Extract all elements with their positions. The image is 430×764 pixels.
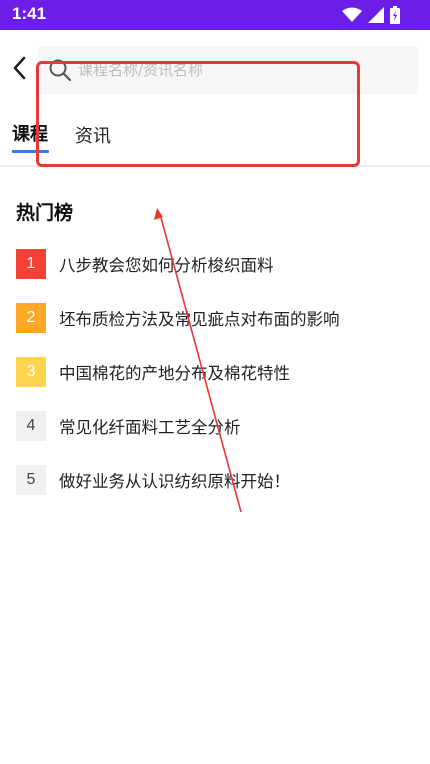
list-item[interactable]: 2 坯布质检方法及常见疵点对布面的影响 [16,303,416,357]
rank-badge: 5 [16,465,46,495]
list-item[interactable]: 4 常见化纤面料工艺全分析 [16,411,416,465]
battery-icon [390,6,400,24]
tabs-divider [0,165,430,167]
list-item-title: 做好业务从认识纺织原料开始！ [59,472,290,491]
rank-badge: 1 [16,249,46,279]
chevron-left-icon [13,56,26,80]
rank-badge: 3 [16,357,46,387]
rank-badge: 4 [16,411,46,441]
list-item-title: 坯布质检方法及常见疵点对布面的影响 [59,310,340,329]
back-button[interactable] [6,52,32,84]
list-item-title: 八步教会您如何分析梭织面料 [59,256,274,275]
status-time: 1:41 [12,4,47,23]
signal-icon [368,7,384,23]
active-tab-indicator [12,150,49,153]
tab-bar: 课程 资讯 [0,108,430,166]
list-item-title: 中国棉花的产地分布及棉花特性 [59,364,290,383]
tab-news[interactable]: 资讯 [75,122,111,148]
search-box[interactable] [38,46,418,94]
search-input[interactable] [76,54,410,86]
hot-list-title: 热门榜 [16,202,74,224]
search-icon [49,59,72,82]
status-icons [342,6,400,24]
list-item[interactable]: 5 做好业务从认识纺织原料开始！ [16,465,416,519]
search-screen: 1:41 课程 资讯 [0,0,430,764]
rank-badge: 2 [16,303,46,333]
list-item[interactable]: 1 八步教会您如何分析梭织面料 [16,249,416,303]
list-item-title: 常见化纤面料工艺全分析 [59,418,241,437]
hot-list: 1 八步教会您如何分析梭织面料 2 坯布质检方法及常见疵点对布面的影响 3 中国… [16,249,416,519]
status-bar: 1:41 [0,0,430,30]
tab-courses[interactable]: 课程 [12,120,48,146]
wifi-icon [342,7,362,22]
list-item[interactable]: 3 中国棉花的产地分布及棉花特性 [16,357,416,411]
